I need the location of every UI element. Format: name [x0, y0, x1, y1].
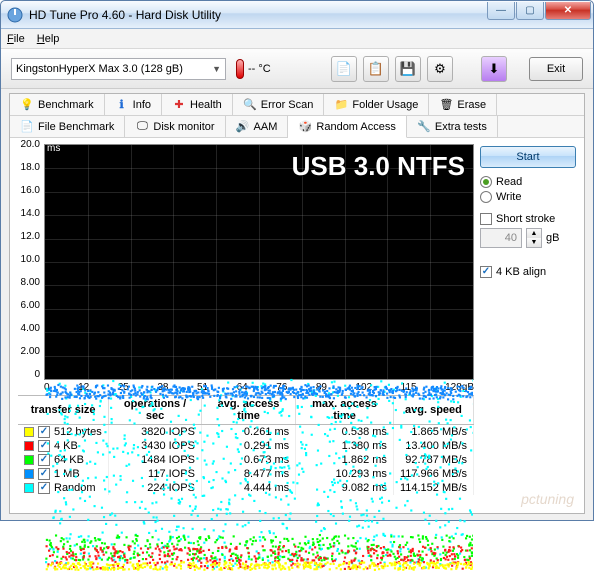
monitor-icon: 🖵 — [135, 120, 149, 134]
radio-write[interactable] — [480, 191, 492, 203]
tabs-row-2: 📄File Benchmark 🖵Disk monitor 🔊AAM 🎲Rand… — [10, 116, 584, 138]
toolbar: KingstonHyperX Max 3.0 (128 gB) ▼ -- °C … — [1, 49, 593, 89]
device-select-value: KingstonHyperX Max 3.0 (128 gB) — [16, 63, 183, 75]
checkbox-4kb-align[interactable] — [480, 266, 492, 278]
save-button[interactable]: 💾 — [395, 56, 421, 82]
tab-extra[interactable]: 🔧Extra tests — [407, 116, 498, 137]
side-panel: Start Read Write Short stroke ▲▼ gB 4 KB… — [480, 144, 576, 509]
window-title: HD Tune Pro 4.60 - Hard Disk Utility — [29, 8, 486, 22]
chart-column: 20.0 18.0 16.0 14.0 12.0 10.0 8.00 6.00 … — [18, 144, 474, 509]
chart-overlay-label: USB 3.0 NTFS — [292, 151, 465, 182]
window-controls: — ▢ ✕ — [486, 2, 591, 22]
tab-folderusage[interactable]: 📁Folder Usage — [324, 94, 429, 115]
tab-benchmark[interactable]: 💡Benchmark — [10, 94, 105, 115]
menubar: File Help — [1, 29, 593, 49]
file-icon: 📄 — [20, 120, 34, 134]
tab-filebench[interactable]: 📄File Benchmark — [10, 116, 125, 137]
dice-icon: 🎲 — [298, 120, 312, 134]
mode-radio-group: Read Write — [480, 174, 576, 205]
radio-read[interactable] — [480, 176, 492, 188]
temperature-display: -- °C — [236, 59, 271, 79]
short-stroke-spinner: ▲▼ gB — [480, 228, 576, 248]
tabs-row-1: 💡Benchmark ℹInfo ✚Health 🔍Error Scan 📁Fo… — [10, 94, 584, 116]
tab-content: 20.0 18.0 16.0 14.0 12.0 10.0 8.00 6.00 … — [10, 138, 584, 513]
y-axis-labels: 20.0 18.0 16.0 14.0 12.0 10.0 8.00 6.00 … — [16, 144, 42, 395]
thermometer-icon — [236, 59, 244, 79]
menu-help[interactable]: Help — [37, 33, 60, 45]
folder-icon: 📁 — [334, 98, 348, 112]
exit-button[interactable]: Exit — [529, 57, 583, 81]
speaker-icon: 🔊 — [236, 120, 250, 134]
spinner-arrows[interactable]: ▲▼ — [526, 228, 542, 248]
tab-container: 💡Benchmark ℹInfo ✚Health 🔍Error Scan 📁Fo… — [9, 93, 585, 514]
tab-health[interactable]: ✚Health — [162, 94, 233, 115]
series-color-swatch — [24, 427, 34, 437]
refresh-button[interactable]: ⬇ — [481, 56, 507, 82]
maximize-button[interactable]: ▢ — [516, 2, 544, 20]
wrench-icon: 🔧 — [417, 120, 431, 134]
chart-scatter-points — [45, 145, 473, 573]
tab-random-access[interactable]: 🎲Random Access — [288, 116, 406, 138]
bulb-icon: 💡 — [20, 98, 34, 112]
tab-erase[interactable]: 🗑Erase — [429, 94, 497, 115]
trash-icon: 🗑 — [439, 98, 453, 112]
series-color-swatch — [24, 469, 34, 479]
series-color-swatch — [24, 441, 34, 451]
tab-info[interactable]: ℹInfo — [105, 94, 162, 115]
checkbox-short-stroke[interactable] — [480, 213, 492, 225]
health-icon: ✚ — [172, 98, 186, 112]
info-icon: ℹ — [115, 98, 129, 112]
short-stroke-value[interactable] — [480, 228, 522, 248]
start-button[interactable]: Start — [480, 146, 576, 168]
app-window: HD Tune Pro 4.60 - Hard Disk Utility — ▢… — [0, 0, 594, 521]
copy-info-button[interactable]: 📄 — [331, 56, 357, 82]
device-select[interactable]: KingstonHyperX Max 3.0 (128 gB) ▼ — [11, 58, 226, 80]
options-button[interactable]: ⚙ — [427, 56, 453, 82]
temperature-value: -- °C — [248, 63, 271, 75]
chevron-down-icon: ▼ — [212, 64, 221, 74]
menu-file[interactable]: File — [7, 33, 25, 45]
series-color-swatch — [24, 455, 34, 465]
access-time-chart: ms USB 3.0 NTFS — [44, 144, 474, 380]
series-color-swatch — [24, 483, 34, 493]
tab-aam[interactable]: 🔊AAM — [226, 116, 289, 137]
minimize-button[interactable]: — — [487, 2, 515, 20]
close-button[interactable]: ✕ — [545, 2, 591, 20]
app-icon — [7, 7, 23, 23]
screenshot-button[interactable]: 📋 — [363, 56, 389, 82]
tab-diskmon[interactable]: 🖵Disk monitor — [125, 116, 225, 137]
titlebar[interactable]: HD Tune Pro 4.60 - Hard Disk Utility — ▢… — [1, 1, 593, 29]
search-icon: 🔍 — [243, 98, 257, 112]
tab-errorscan[interactable]: 🔍Error Scan — [233, 94, 325, 115]
